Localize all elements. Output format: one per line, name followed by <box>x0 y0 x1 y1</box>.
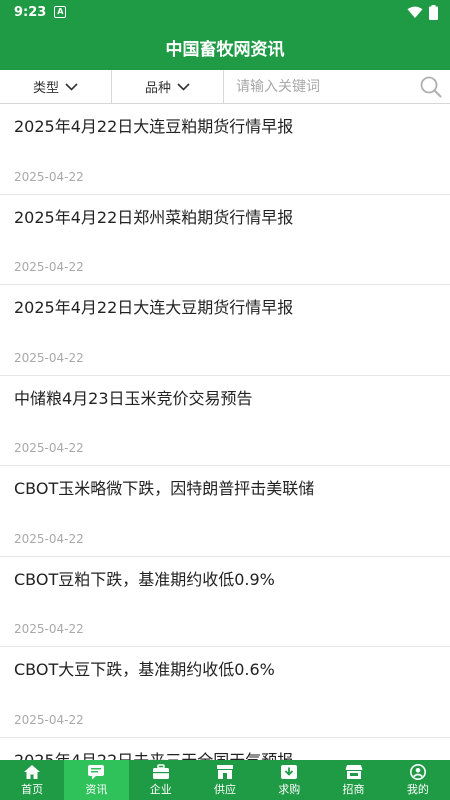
news-icon <box>88 764 105 779</box>
tab-purchase[interactable]: 求购 <box>257 760 321 800</box>
tab-investment[interactable]: 招商 <box>321 760 385 800</box>
news-date: 2025-04-22 <box>14 350 84 365</box>
news-list-item[interactable]: 2025年4月22日未来三天全国天气预报 <box>0 738 450 761</box>
tab-companies-label: 企业 <box>149 782 172 796</box>
news-title: 2025年4月22日大连豆粕期货行情早报 <box>14 117 294 136</box>
tab-supply-label: 供应 <box>213 782 236 796</box>
news-list-item[interactable]: 2025年4月22日大连大豆期货行情早报 2025-04-22 <box>0 285 450 376</box>
news-list-item[interactable]: 中储粮4月23日玉米竞价交易预告 2025-04-22 <box>0 376 450 466</box>
news-date: 2025-04-22 <box>14 712 84 727</box>
news-title: CBOT大豆下跌，基准期约收低0.6% <box>14 660 275 679</box>
status-bar: 9:23 A <box>0 0 450 24</box>
app-bar: 中国畜牧网资讯 <box>0 24 450 70</box>
search-input[interactable] <box>234 77 420 96</box>
chevron-down-icon <box>65 82 78 91</box>
news-list-item[interactable]: CBOT豆粕下跌，基准期约收低0.9% 2025-04-22 <box>0 557 450 647</box>
news-list-item[interactable]: 2025年4月22日郑州菜粕期货行情早报 2025-04-22 <box>0 195 450 285</box>
tab-news[interactable]: 资讯 <box>64 760 129 800</box>
tab-companies[interactable]: 企业 <box>129 760 193 800</box>
news-list-item[interactable]: CBOT大豆下跌，基准期约收低0.6% 2025-04-22 <box>0 647 450 738</box>
news-title: CBOT豆粕下跌，基准期约收低0.9% <box>14 569 275 589</box>
tab-profile-label: 我的 <box>406 782 429 796</box>
news-title: 中储粮4月23日玉米竞价交易预告 <box>14 388 253 408</box>
tab-purchase-label: 求购 <box>278 782 301 796</box>
news-title: 2025年4月22日郑州菜粕期货行情早报 <box>14 207 294 227</box>
news-date: 2025-04-22 <box>14 169 84 184</box>
store-icon <box>216 764 233 779</box>
search-icon[interactable] <box>420 76 442 98</box>
news-list-item[interactable]: CBOT玉米略微下跌，因特朗普抨击美联储 2025-04-22 <box>0 466 450 557</box>
tab-investment-label: 招商 <box>342 782 365 796</box>
battery-icon <box>429 4 438 20</box>
bottom-tab-bar: 首页 资讯 企业 供应 求购 招商 我的 <box>0 760 450 800</box>
news-title: 2025年4月22日大连大豆期货行情早报 <box>14 298 294 317</box>
news-date: 2025-04-22 <box>14 441 84 455</box>
type-filter-label: 类型 <box>32 81 59 96</box>
news-title: CBOT玉米略微下跌，因特朗普抨击美联储 <box>14 479 315 498</box>
tab-profile[interactable]: 我的 <box>386 760 450 800</box>
tab-supply[interactable]: 供应 <box>193 760 257 800</box>
news-title: 2025年4月22日未来三天全国天气预报 <box>14 750 294 761</box>
status-time: 9:23 <box>14 4 47 20</box>
search-box <box>224 70 450 103</box>
briefcase-icon <box>152 763 169 779</box>
tab-home[interactable]: 首页 <box>0 760 64 800</box>
shop-icon <box>345 764 363 779</box>
news-date: 2025-04-22 <box>14 531 84 546</box>
variety-filter-dropdown[interactable]: 品种 <box>112 70 224 103</box>
chevron-down-icon <box>177 82 190 91</box>
tab-news-label: 资讯 <box>85 782 108 796</box>
news-list-item[interactable]: 2025年4月22日大连豆粕期货行情早报 2025-04-22 <box>0 104 450 195</box>
home-icon <box>24 764 41 779</box>
page-title: 中国畜牧网资讯 <box>165 39 285 60</box>
notification-icon: A <box>54 6 67 18</box>
news-list: 2025年4月22日大连豆粕期货行情早报 2025-04-22 2025年4月2… <box>0 104 450 760</box>
user-icon <box>409 763 426 780</box>
variety-filter-label: 品种 <box>144 81 171 96</box>
news-date: 2025-04-22 <box>14 622 84 636</box>
news-date: 2025-04-22 <box>14 260 84 274</box>
filter-bar: 类型 品种 <box>0 70 450 104</box>
wifi-icon <box>407 6 423 18</box>
download-box-icon <box>281 764 298 779</box>
type-filter-dropdown[interactable]: 类型 <box>0 70 112 103</box>
tab-home-label: 首页 <box>21 782 44 796</box>
